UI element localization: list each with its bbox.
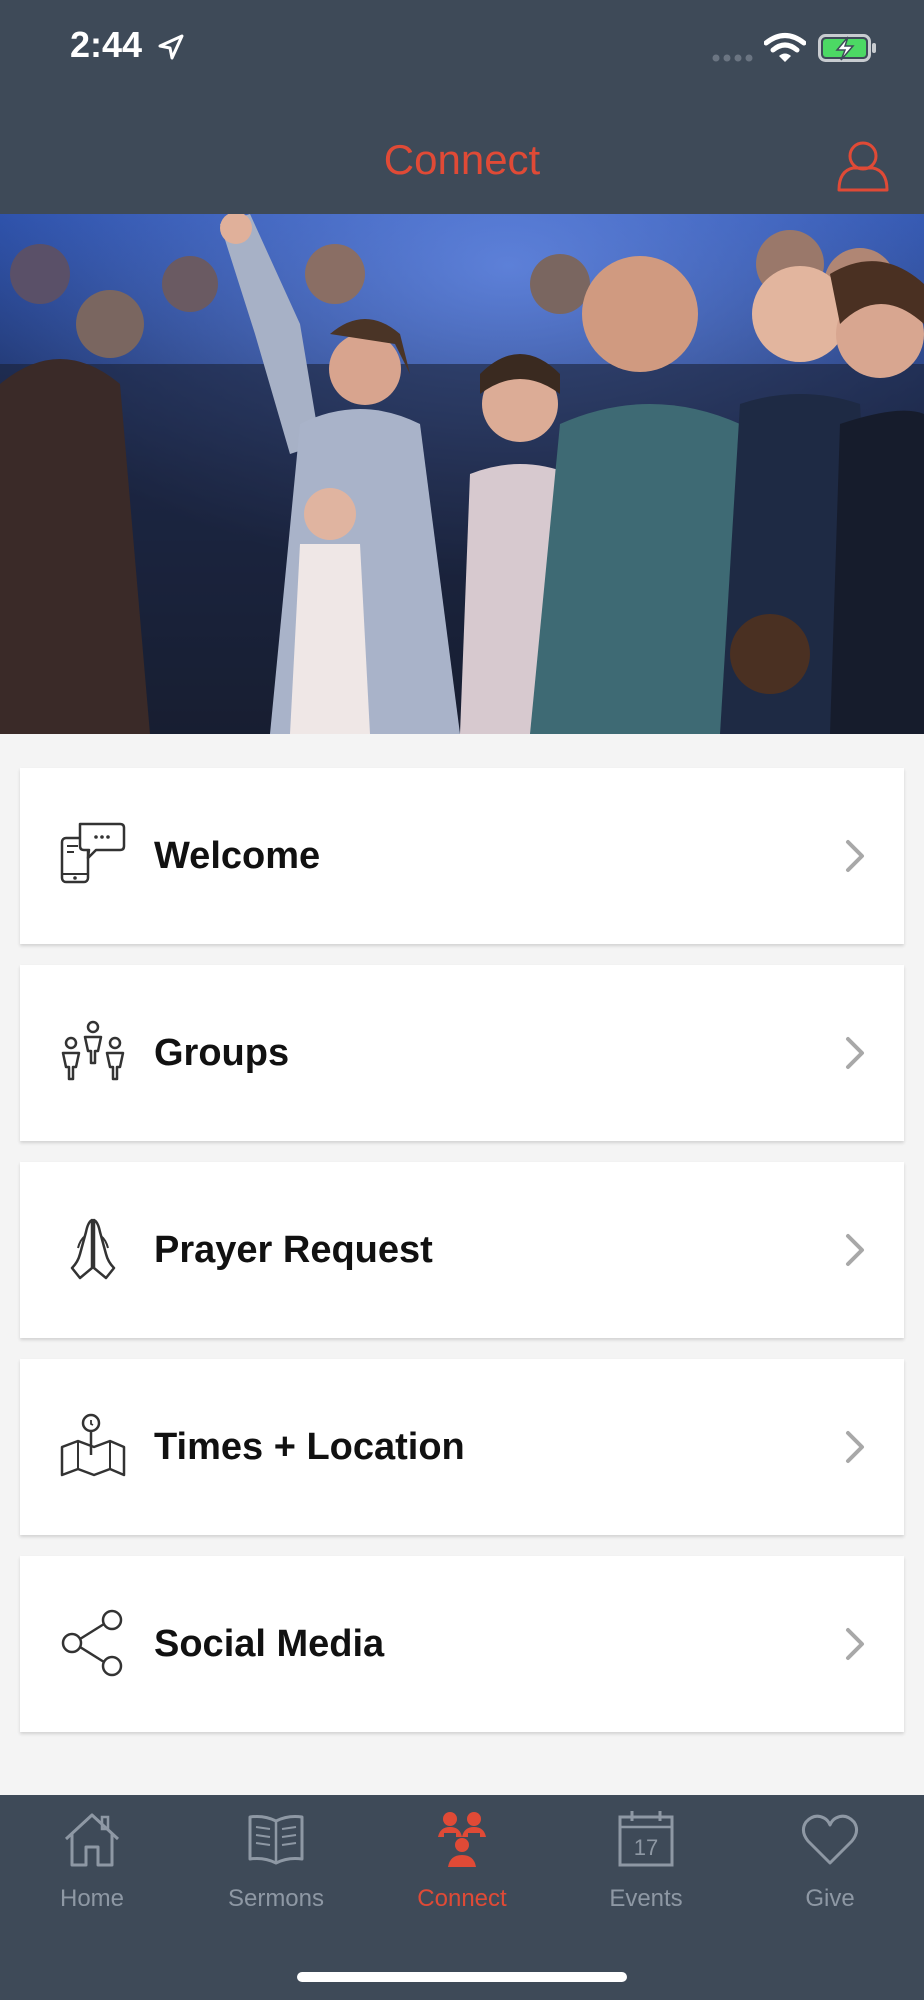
menu-item-times-location[interactable]: Times + Location bbox=[20, 1359, 904, 1535]
heart-icon bbox=[801, 1814, 859, 1865]
share-icon bbox=[61, 1609, 123, 1677]
calendar-day: 17 bbox=[634, 1835, 658, 1860]
book-icon bbox=[248, 1815, 304, 1865]
status-time: 2:44 bbox=[70, 24, 143, 65]
tab-events[interactable]: 17 Events bbox=[554, 1795, 738, 1935]
cellular-signal-icon bbox=[712, 54, 753, 62]
groups-icon bbox=[61, 1020, 125, 1081]
praying-hands-icon bbox=[70, 1218, 116, 1280]
tab-home[interactable]: Home bbox=[0, 1795, 184, 1935]
menu-item-label: Prayer Request bbox=[154, 1229, 433, 1271]
menu-item-label: Social Media bbox=[154, 1623, 385, 1665]
map-pin-icon bbox=[60, 1413, 126, 1477]
connect-menu-list: Welcome Groups Prayer Request Times + Lo… bbox=[20, 768, 904, 1753]
wifi-icon bbox=[764, 33, 806, 62]
tab-label: Events bbox=[609, 1885, 683, 1912]
chevron-right-icon bbox=[846, 1431, 864, 1463]
page-title: Connect bbox=[383, 136, 541, 183]
tab-label: Home bbox=[59, 1885, 125, 1912]
menu-item-label: Welcome bbox=[154, 835, 321, 877]
phone-chat-icon bbox=[60, 822, 126, 884]
home-indicator[interactable] bbox=[297, 1972, 627, 1982]
menu-item-label: Groups bbox=[154, 1032, 290, 1074]
hero-image bbox=[0, 214, 924, 734]
menu-item-prayer-request[interactable]: Prayer Request bbox=[20, 1162, 904, 1338]
tab-connect[interactable]: Connect bbox=[370, 1795, 554, 1935]
chevron-right-icon bbox=[846, 1628, 864, 1660]
menu-item-groups[interactable]: Groups bbox=[20, 965, 904, 1141]
location-arrow-icon bbox=[158, 34, 184, 60]
people-icon bbox=[438, 1812, 486, 1867]
calendar-icon: 17 bbox=[618, 1811, 674, 1867]
top-bar: 2:44 Connect bbox=[0, 0, 924, 214]
tab-give[interactable]: Give bbox=[738, 1795, 922, 1935]
chevron-right-icon bbox=[846, 1037, 864, 1069]
battery-charging-icon bbox=[818, 34, 876, 62]
profile-icon[interactable] bbox=[836, 138, 890, 192]
menu-item-welcome[interactable]: Welcome bbox=[20, 768, 904, 944]
chevron-right-icon bbox=[846, 840, 864, 872]
chevron-right-icon bbox=[846, 1234, 864, 1266]
tab-label: Sermons bbox=[227, 1885, 325, 1912]
home-icon bbox=[64, 1813, 120, 1867]
bottom-tab-bar: Home Sermons Connect 17 Events Give bbox=[0, 1795, 924, 2000]
tab-label: Connect bbox=[417, 1885, 507, 1912]
menu-item-social-media[interactable]: Social Media bbox=[20, 1556, 904, 1732]
tab-sermons[interactable]: Sermons bbox=[184, 1795, 368, 1935]
menu-item-label: Times + Location bbox=[154, 1426, 465, 1468]
tab-label: Give bbox=[805, 1885, 855, 1912]
